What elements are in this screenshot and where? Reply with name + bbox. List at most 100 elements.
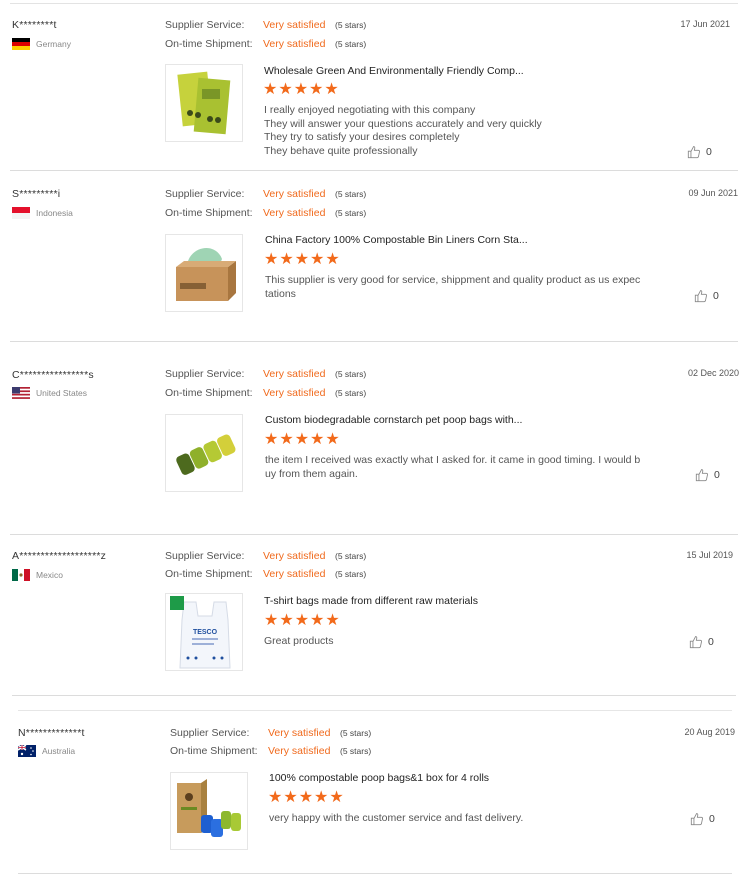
supplier-service-label: Supplier Service: [170,727,250,739]
star-icon: ★ [279,612,294,629]
product-title-link[interactable]: 100% compostable poop bags&1 box for 4 r… [269,772,489,784]
poop-bag-rolls-icon [176,434,236,475]
product-thumbnail[interactable] [165,64,243,142]
star-icon: ★ [310,431,325,448]
country-name: Germany [36,39,71,49]
country-name: Mexico [36,570,63,580]
shipment-label: On-time Shipment: [170,745,258,757]
shipment-value: Very satisfied [263,207,326,219]
star-icon: ★ [325,251,340,268]
us-flag-icon [12,387,30,399]
like-count: 0 [714,469,720,481]
thumbs-up-icon [694,290,707,303]
buyer-country: Australia [18,745,75,757]
shipment-label: On-time Shipment: [165,568,253,580]
star-icon: ★ [264,612,279,629]
shipment-value: Very satisfied [263,38,326,50]
comment-line: the item I received was exactly what I a… [265,454,641,466]
buyer-country: United States [12,387,87,399]
like-count: 0 [708,636,714,648]
like-button[interactable]: 0 [689,635,714,649]
buyer-name: C****************s [12,369,94,381]
star-icon: ★ [263,81,278,98]
review-comment: Great products [264,635,333,649]
shipment-stars: (5 stars) [340,746,372,756]
product-title-link[interactable]: Custom biodegradable cornstarch pet poop… [265,414,522,426]
review-item: A*******************z Mexico Supplier Se… [0,535,750,697]
review-item: N*************t Australia Supplier Servi… [0,712,750,877]
comment-line: I really enjoyed negotiating with this c… [264,104,476,116]
australia-flag-icon [18,745,36,757]
shipment-rating: On-time Shipment: Very satisfied (5 star… [165,38,366,50]
shipment-value: Very satisfied [268,745,331,757]
thumbs-up-icon [689,636,702,649]
indonesia-flag-icon [12,207,30,219]
supplier-service-stars: (5 stars) [335,369,367,379]
like-button[interactable]: 0 [695,468,720,482]
star-icon: ★ [264,431,279,448]
review-item: K********t Germany Supplier Service: Ver… [0,0,750,170]
like-count: 0 [709,813,715,825]
supplier-service-label: Supplier Service: [165,188,245,200]
product-thumbnail[interactable] [165,234,243,312]
like-button[interactable]: 0 [694,289,719,303]
supplier-service-label: Supplier Service: [165,19,245,31]
review-item: S*********i Indonesia Supplier Service: … [0,170,750,342]
supplier-service-rating: Supplier Service: Very satisfied (5 star… [165,550,366,562]
shipment-rating: On-time Shipment: Very satisfied (5 star… [165,568,366,580]
buyer-name: S*********i [12,188,61,200]
product-thumbnail[interactable] [170,772,248,850]
comment-line: They behave quite professionally [264,144,418,157]
star-icon: ★ [309,81,324,98]
comment-line: uy from them again. [265,467,358,480]
product-thumbnail[interactable] [165,414,243,492]
star-icon: ★ [324,81,339,98]
thumbs-up-icon [690,813,703,826]
product-title-link[interactable]: China Factory 100% Compostable Bin Liner… [265,234,528,246]
like-count: 0 [706,146,712,158]
product-star-rating: ★ ★ ★ ★ ★ [264,432,340,448]
country-name: Indonesia [36,208,73,218]
product-thumbnail[interactable]: TESCO [165,593,243,671]
star-icon: ★ [310,612,325,629]
review-date: 20 Aug 2019 [684,727,735,737]
comment-line: They try to satisfy your desires complet… [264,131,460,143]
shipment-stars: (5 stars) [335,39,367,49]
supplier-service-value: Very satisfied [263,19,326,31]
buyer-name: K********t [12,19,57,31]
country-name: Australia [42,746,76,756]
shipment-label: On-time Shipment: [165,207,253,219]
supplier-service-label: Supplier Service: [165,550,245,562]
star-icon: ★ [294,612,310,629]
like-count: 0 [713,290,719,302]
review-divider [18,710,732,711]
buyer-country: Germany [12,38,71,50]
poop-bags-box-icon [177,779,241,837]
buyer-name: N*************t [18,727,85,739]
star-icon: ★ [325,431,340,448]
comment-line: This supplier is very good for service, … [265,274,641,286]
shipment-rating: On-time Shipment: Very satisfied (5 star… [170,745,371,757]
star-icon: ★ [298,789,314,806]
review-date: 15 Jul 2019 [686,550,733,560]
review-comment: the item I received was exactly what I a… [265,454,640,481]
product-title-link[interactable]: Wholesale Green And Environmentally Frie… [264,65,524,77]
product-title-link[interactable]: T-shirt bags made from different raw mat… [264,595,478,607]
shipment-label: On-time Shipment: [165,38,253,50]
supplier-service-rating: Supplier Service: Very satisfied (5 star… [165,188,366,200]
like-button[interactable]: 0 [687,145,712,159]
star-icon: ★ [268,789,283,806]
star-icon: ★ [314,789,329,806]
supplier-service-rating: Supplier Service: Very satisfied (5 star… [170,727,371,739]
supplier-service-stars: (5 stars) [340,728,372,738]
star-icon: ★ [294,251,310,268]
product-star-rating: ★ ★ ★ ★ ★ [268,790,344,806]
comment-line: Great products [264,635,334,647]
trash-bag-box-icon [176,247,236,301]
review-date: 09 Jun 2021 [688,188,738,198]
star-icon: ★ [264,251,279,268]
like-button[interactable]: 0 [690,812,715,826]
product-star-rating: ★ ★ ★ ★ ★ [264,252,340,268]
star-icon: ★ [283,789,298,806]
thumbs-up-icon [687,146,700,159]
